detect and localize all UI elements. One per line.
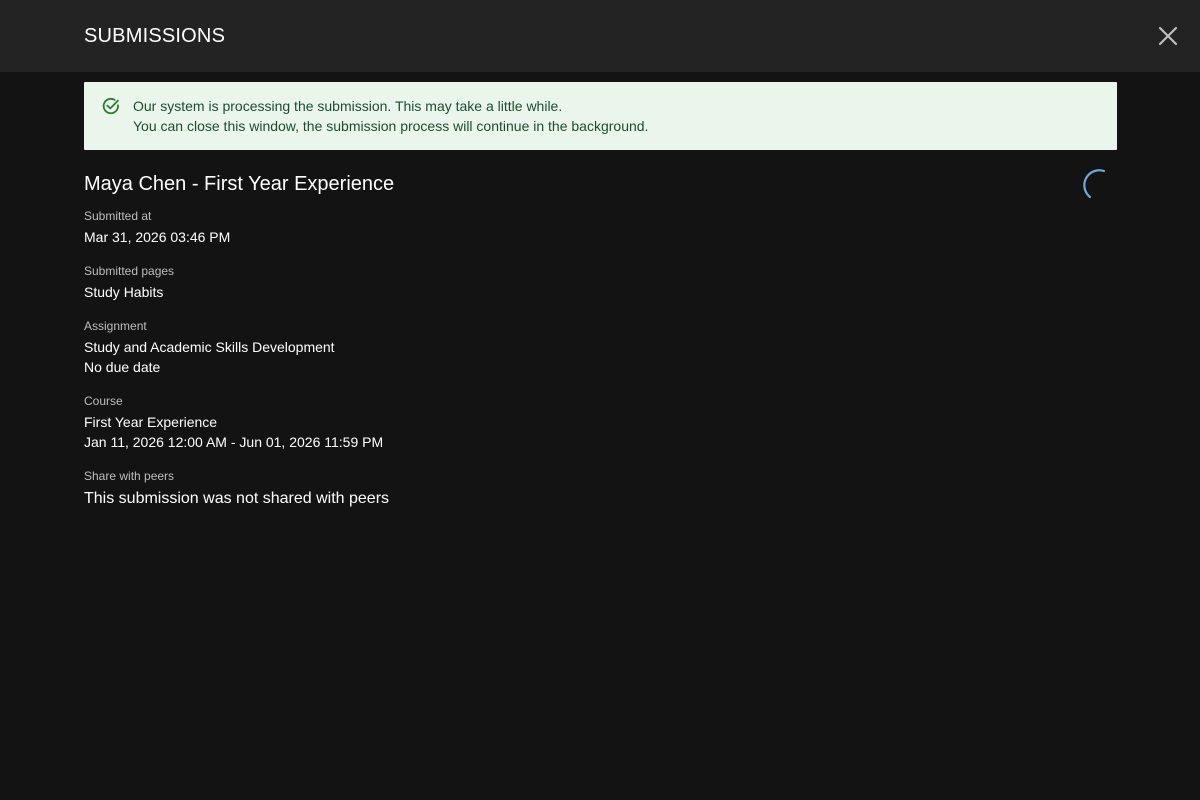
course-name: First Year Experience [84,414,218,430]
processing-notice: Our system is processing the submission.… [84,82,1117,150]
submitted-at-label: Submitted at [84,209,152,223]
notice-message-line-2: You can close this window, the submissio… [133,118,649,134]
course-label: Course [84,394,123,408]
assignment-name: Study and Academic Skills Development [84,339,335,355]
course-dates: Jan 11, 2026 12:00 AM - Jun 01, 2026 11:… [84,434,384,450]
modal-title: SUBMISSIONS [84,25,226,47]
close-icon[interactable] [1154,22,1182,50]
modal-header: SUBMISSIONS [0,0,1200,72]
share-with-peers-label: Share with peers [84,469,175,483]
submitted-pages-label: Submitted pages [84,264,175,278]
assignment-due-date: No due date [84,359,161,375]
close-button[interactable] [1154,22,1182,50]
check-circle-icon [102,97,119,115]
notice-message-line-1: Our system is processing the submission.… [133,98,563,114]
submitted-at-value: Mar 31, 2026 03:46 PM [84,229,231,245]
submitted-pages-value: Study Habits [84,284,164,300]
assignment-label: Assignment [84,319,147,333]
share-with-peers-value: This submission was not shared with peer… [84,490,390,507]
loading-spinner-icon [1083,169,1106,199]
submission-title: Maya Chen - First Year Experience [84,173,395,195]
